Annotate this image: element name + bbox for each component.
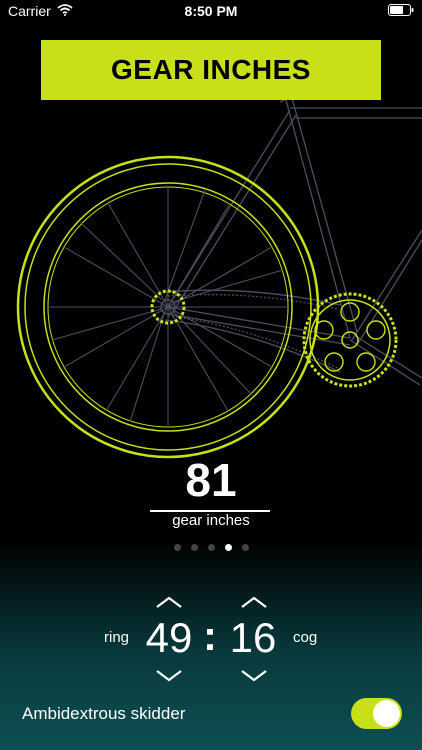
- status-time: 8:50 PM: [184, 3, 238, 19]
- page-dot[interactable]: [207, 544, 215, 551]
- gear-picker: ring 49 : 16 cog: [0, 590, 422, 690]
- skidder-toggle[interactable]: [351, 698, 402, 729]
- page-title: GEAR INCHES: [111, 54, 311, 85]
- page-dot[interactable]: [173, 544, 181, 551]
- ring-label: ring: [104, 629, 130, 646]
- page-dot[interactable]: [241, 544, 249, 551]
- cog-decrease-chevron-down-icon[interactable]: [239, 668, 269, 684]
- battery-icon: [388, 3, 414, 19]
- ring-increase-chevron-up-icon[interactable]: [154, 594, 184, 610]
- page-dot[interactable]: [190, 544, 198, 551]
- skidder-row: Ambidextrous skidder: [0, 690, 422, 738]
- gear-inches-value: 81: [185, 454, 237, 506]
- title-banner: GEAR INCHES: [41, 40, 381, 100]
- toggle-knob: [373, 700, 400, 727]
- ring-decrease-chevron-down-icon[interactable]: [154, 668, 184, 684]
- cog-label: cog: [293, 629, 318, 646]
- cog-value[interactable]: 16: [223, 614, 283, 662]
- cog-increase-chevron-up-icon[interactable]: [239, 594, 269, 610]
- status-bar: Carrier 8:50 PM: [0, 0, 422, 22]
- ring-value[interactable]: 49: [139, 614, 199, 662]
- gear-inches-label: gear inches: [172, 512, 250, 529]
- page-indicator[interactable]: [0, 544, 422, 551]
- page-dot-active[interactable]: [224, 544, 232, 551]
- ratio-separator: :: [203, 612, 217, 659]
- skidder-label: Ambidextrous skidder: [22, 704, 186, 723]
